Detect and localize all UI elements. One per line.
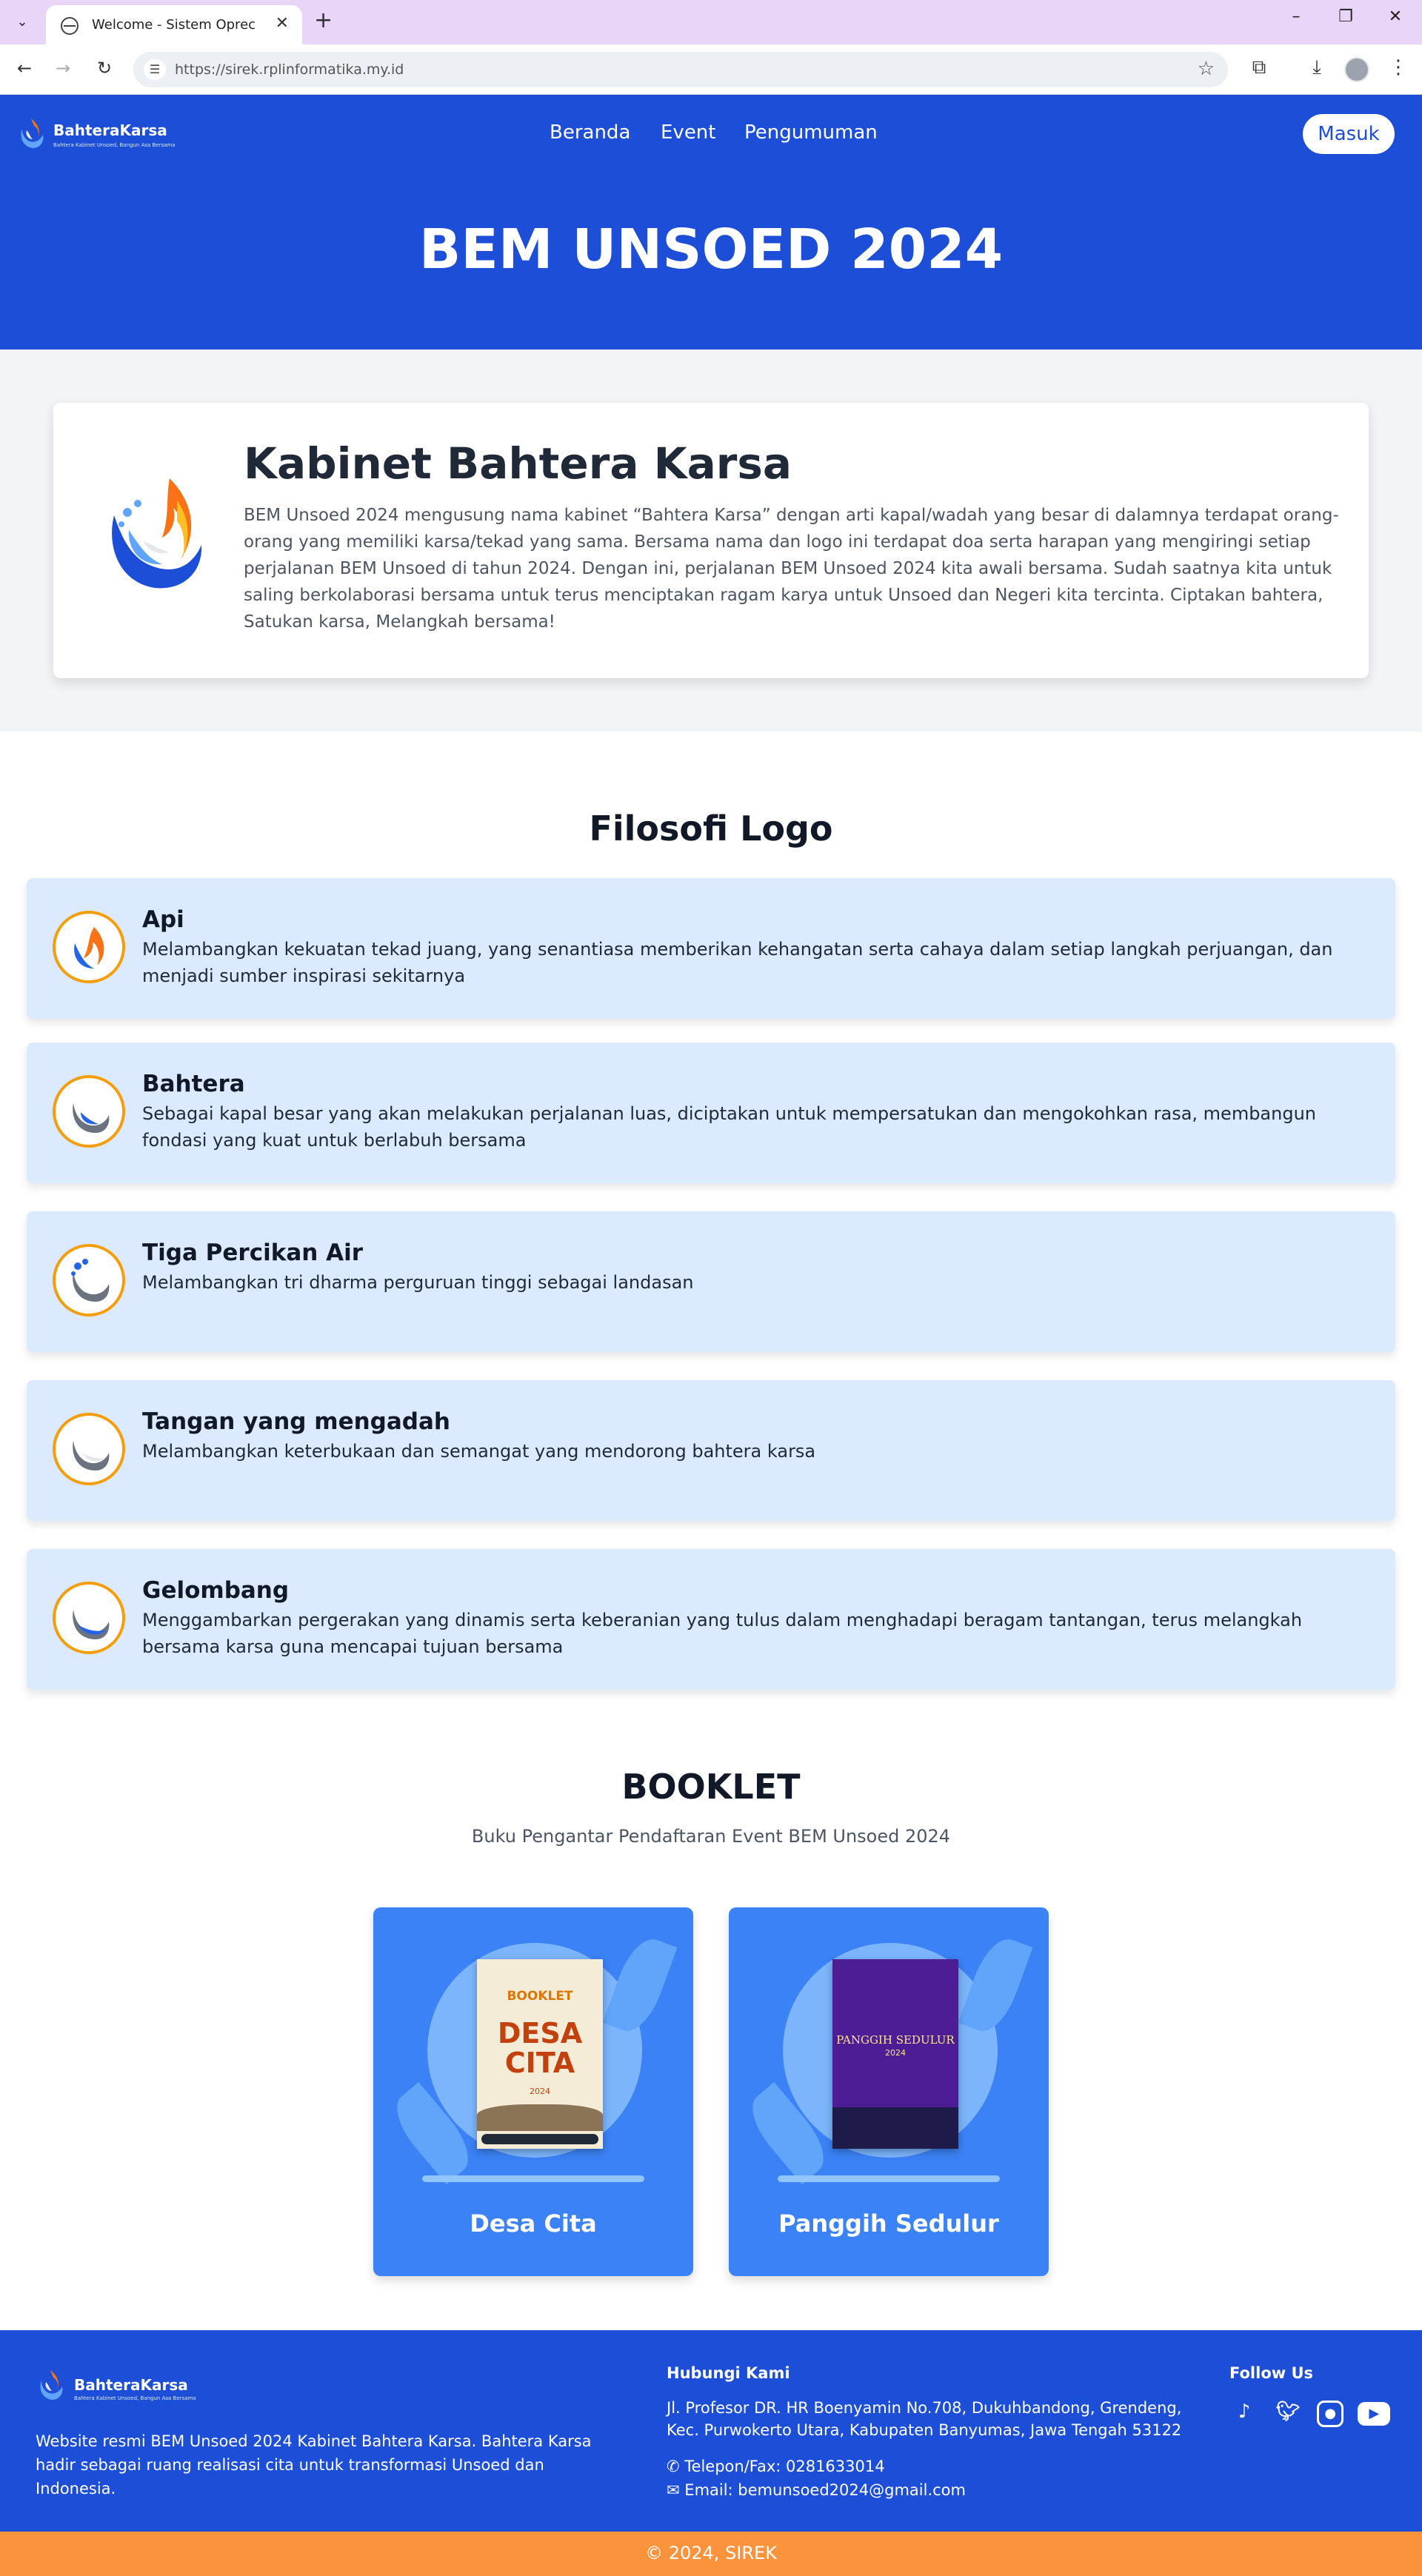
phone-icon: ✆ <box>667 2458 680 2475</box>
filosofi-item: Tiga Percikan Air Melambangkan tri dharm… <box>27 1211 1395 1352</box>
login-button[interactable]: Masuk <box>1303 114 1395 154</box>
download-icon[interactable]: ⤓ <box>1302 56 1332 79</box>
footer-phone: ✆ Telepon/Fax: 0281633014 <box>667 2458 885 2475</box>
about-text: BEM Unsoed 2024 mengusung nama kabinet “… <box>244 506 1339 632</box>
minimize-icon[interactable]: – <box>1281 7 1311 26</box>
follow-heading: Follow Us <box>1229 2364 1314 2382</box>
youtube-icon[interactable]: ▶ <box>1358 2402 1391 2426</box>
phone-text: Telepon/Fax: 0281633014 <box>684 2458 885 2475</box>
mail-icon: ✉ <box>667 2481 680 2499</box>
bahtera-logo-icon <box>21 118 44 148</box>
address-toolbar: ← → ↻ ☰ https://sirek.rplinformatika.my.… <box>0 44 1422 95</box>
url-text[interactable]: https://sirek.rplinformatika.my.id <box>175 61 404 78</box>
cover-footer-bar <box>481 2134 598 2144</box>
filosofi-item-title: Tangan yang mengadah <box>142 1408 450 1435</box>
brand-tagline: Bahtera Kabinet Unsoed, Bangun Asa Bersa… <box>53 142 176 148</box>
tiktok-icon[interactable]: ♪ <box>1229 2397 1259 2426</box>
forward-icon[interactable]: → <box>52 58 74 78</box>
restore-icon[interactable]: ❐ <box>1331 7 1361 26</box>
hero-title: BEM UNSOED 2024 <box>418 218 1004 281</box>
booklet-cover-image[interactable]: PANGGIH SEDULUR 2024 <box>832 1959 958 2149</box>
wave-icon <box>53 1582 125 1654</box>
booklet-label: Panggih Sedulur <box>778 2209 999 2238</box>
filosofi-item: Api Melambangkan kekuatan tekad juang, y… <box>27 878 1395 1019</box>
bahtera-logo-icon <box>40 2370 63 2400</box>
brand-name: BahteraKarsa <box>53 121 167 139</box>
filosofi-item-desc: Menggambarkan pergerakan yang dinamis se… <box>142 1610 1303 1657</box>
site-navbar: BahteraKarsa Bahtera Kabinet Unsoed, Ban… <box>0 95 1422 172</box>
copyright-bar: © 2024, SIREK <box>0 2532 1422 2576</box>
extensions-icon[interactable]: ⧉ <box>1244 56 1274 79</box>
bookmark-star-icon[interactable]: ☆ <box>1198 58 1215 80</box>
site-footer: BahteraKarsa Bahtera Kabinet Unsoed, Ban… <box>0 2330 1422 2532</box>
instagram-icon[interactable]: ● <box>1317 2401 1344 2427</box>
ship-icon <box>53 1075 125 1148</box>
booklet-title: BOOKLET <box>621 1767 801 1807</box>
water-splash-icon <box>53 1244 125 1317</box>
filosofi-item-desc: Melambangkan kekuatan tekad juang, yang … <box>142 939 1333 986</box>
browser-tab[interactable]: Welcome - Sistem Oprec ✕ <box>46 5 302 44</box>
nav-link-beranda[interactable]: Beranda <box>550 121 630 144</box>
filosofi-item-desc: Sebagai kapal besar yang akan melakukan … <box>142 1103 1317 1151</box>
about-section: Kabinet Bahtera Karsa BEM Unsoed 2024 me… <box>0 349 1422 732</box>
email-text[interactable]: Email: bemunsoed2024@gmail.com <box>684 2481 966 2499</box>
twitter-icon[interactable]: 🐦︎ <box>1273 2397 1303 2426</box>
cover-heading: BOOKLET <box>507 1989 573 2004</box>
close-icon[interactable]: ✕ <box>276 14 289 33</box>
plus-icon[interactable]: + <box>314 7 333 33</box>
filosofi-item-title: Gelombang <box>142 1577 290 1604</box>
back-icon[interactable]: ← <box>13 58 36 78</box>
social-links: ♪ 🐦︎ ● ▶ <box>1229 2397 1401 2427</box>
card-divider <box>778 2175 1000 2182</box>
footer-brand-name: BahteraKarsa <box>74 2376 188 2394</box>
cover-year: 2024 <box>885 2048 906 2058</box>
open-hand-icon <box>53 1413 125 1485</box>
kabinet-logo-icon <box>112 478 202 589</box>
browser-tab-strip: ⌄ Welcome - Sistem Oprec ✕ + – ❐ ✕ <box>0 0 1422 44</box>
profile-avatar[interactable] <box>1344 57 1369 82</box>
booklet-card-desa-cita[interactable]: BOOKLET DESA CITA 2024 Desa Cita <box>373 1907 693 2276</box>
about-card: Kabinet Bahtera Karsa BEM Unsoed 2024 me… <box>53 403 1369 678</box>
hero-banner: BEM UNSOED 2024 <box>0 172 1422 349</box>
filosofi-item: Bahtera Sebagai kapal besar yang akan me… <box>27 1043 1395 1183</box>
nav-link-pengumuman[interactable]: Pengumuman <box>744 121 878 144</box>
footer-description: Website resmi BEM Unsoed 2024 Kabinet Ba… <box>36 2432 592 2498</box>
close-window-icon[interactable]: ✕ <box>1381 7 1410 26</box>
address-bar[interactable]: ☰ https://sirek.rplinformatika.my.id ☆ <box>133 52 1228 87</box>
filosofi-item-desc: Melambangkan tri dharma perguruan tinggi… <box>142 1272 694 1293</box>
footer-brand-tagline: Bahtera Kabinet Unsoed, Bangun Asa Bersa… <box>74 2395 196 2401</box>
filosofi-item-title: Api <box>142 906 184 933</box>
cover-landscape <box>832 2107 958 2149</box>
about-title: Kabinet Bahtera Karsa <box>244 438 792 489</box>
booklet-cover-image[interactable]: BOOKLET DESA CITA 2024 <box>477 1959 603 2149</box>
filosofi-item-desc: Melambangkan keterbukaan dan semangat ya… <box>142 1441 816 1462</box>
card-divider <box>422 2175 644 2182</box>
booklet-label: Desa Cita <box>470 2209 597 2238</box>
site-info-icon[interactable]: ☰ <box>144 59 166 80</box>
cover-title: PANGGIH SEDULUR <box>836 2033 955 2047</box>
footer-address: Jl. Profesor DR. HR Boenyamin No.708, Du… <box>667 2399 1182 2439</box>
cover-year: 2024 <box>530 2087 550 2096</box>
cover-title: DESA CITA <box>497 2017 583 2079</box>
reload-icon[interactable]: ↻ <box>93 58 116 78</box>
cover-landscape <box>477 2104 603 2131</box>
tab-title: Welcome - Sistem Oprec <box>92 17 256 33</box>
filosofi-item: Gelombang Menggambarkan pergerakan yang … <box>27 1549 1395 1690</box>
footer-email[interactable]: ✉ Email: bemunsoed2024@gmail.com <box>667 2481 966 2499</box>
fire-icon <box>53 911 125 983</box>
filosofi-item: Tangan yang mengadah Melambangkan keterb… <box>27 1380 1395 1521</box>
booklet-subtitle: Buku Pengantar Pendaftaran Event BEM Uns… <box>471 1826 951 1847</box>
filosofi-item-title: Bahtera <box>142 1071 245 1097</box>
chevron-down-icon[interactable]: ⌄ <box>7 9 37 36</box>
filosofi-title: Filosofi Logo <box>589 809 833 849</box>
globe-icon <box>61 17 79 35</box>
contact-heading: Hubungi Kami <box>667 2364 790 2382</box>
booklet-card-panggih-sedulur[interactable]: PANGGIH SEDULUR 2024 Panggih Sedulur <box>729 1907 1049 2276</box>
filosofi-item-title: Tiga Percikan Air <box>142 1240 364 1266</box>
more-menu-icon[interactable]: ⋮ <box>1383 56 1413 78</box>
nav-link-event[interactable]: Event <box>661 121 715 144</box>
